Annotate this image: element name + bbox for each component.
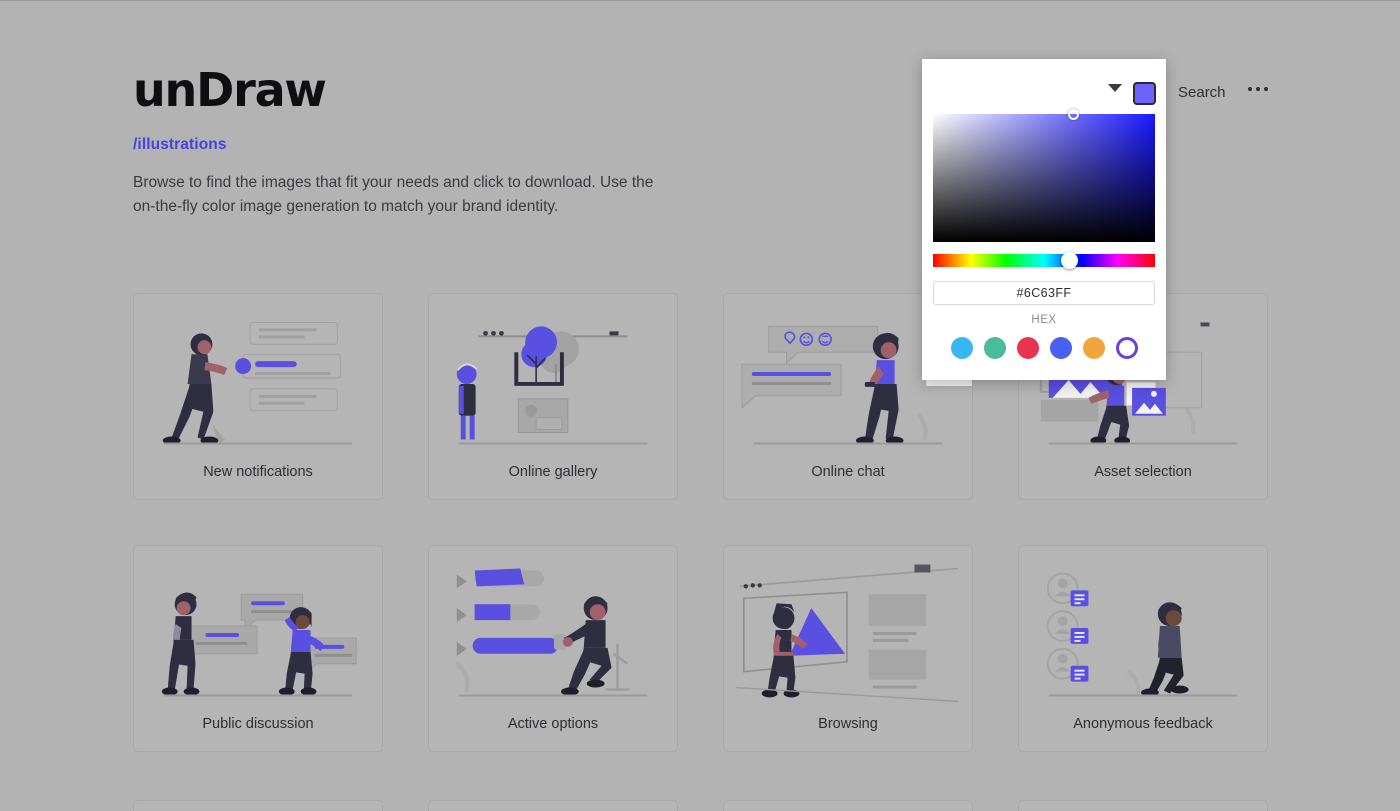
illustration-card-label: Active options xyxy=(507,716,599,732)
anonymous-feedback-illustration xyxy=(1019,556,1267,704)
preset-swatch-indigo-blue[interactable] xyxy=(1049,337,1072,359)
public-discussion-illustration xyxy=(134,556,382,704)
color-picker-header xyxy=(922,59,1166,114)
illustration-card[interactable]: New notifications xyxy=(133,293,383,500)
ellipsis-dot-icon xyxy=(1264,87,1268,91)
illustration-card[interactable]: Public discussion xyxy=(133,545,383,752)
search-input[interactable]: Search xyxy=(1178,84,1226,101)
more-options-button[interactable] xyxy=(1246,83,1270,95)
chevron-down-icon[interactable] xyxy=(1108,84,1122,92)
preset-swatch-teal-green[interactable] xyxy=(983,337,1006,359)
preset-swatch-amber-orange[interactable] xyxy=(1082,337,1105,359)
preset-swatch-list xyxy=(922,337,1166,359)
illustration-card-label: Online gallery xyxy=(508,464,598,480)
illustration-card[interactable]: Active options xyxy=(428,545,678,752)
new-notifications-illustration xyxy=(134,304,382,452)
page-root: unDraw /illustrations Browse to find the… xyxy=(0,1,1400,811)
saturation-value-cursor[interactable] xyxy=(1068,109,1079,120)
illustration-card[interactable] xyxy=(133,800,383,811)
illustration-card[interactable]: Browsing xyxy=(723,545,973,752)
illustration-card[interactable] xyxy=(723,800,973,811)
preset-swatch-sky-blue[interactable] xyxy=(950,337,973,359)
illustration-card-label: Browsing xyxy=(818,716,878,732)
saturation-value-area[interactable] xyxy=(933,109,1155,242)
illustration-card[interactable] xyxy=(428,800,678,811)
illustration-card[interactable] xyxy=(1018,800,1268,811)
illustration-card-label: New notifications xyxy=(203,464,313,480)
hue-slider[interactable] xyxy=(933,252,1155,269)
breadcrumb[interactable]: /illustrations xyxy=(133,136,227,154)
illustration-card[interactable]: Online gallery xyxy=(428,293,678,500)
ellipsis-dot-icon xyxy=(1248,87,1252,91)
color-format-label: HEX xyxy=(1031,314,1057,326)
online-gallery-illustration xyxy=(429,304,677,452)
active-options-illustration xyxy=(429,556,677,704)
site-logo[interactable]: unDraw xyxy=(133,67,327,113)
preset-swatch-custom-ring[interactable] xyxy=(1115,337,1138,359)
current-color-swatch[interactable] xyxy=(1133,82,1156,105)
ellipsis-dot-icon xyxy=(1256,87,1260,91)
illustration-card-label: Anonymous feedback xyxy=(1073,716,1213,732)
hex-input[interactable] xyxy=(933,281,1155,305)
hue-slider-knob[interactable] xyxy=(1061,252,1078,269)
illustration-card-label: Public discussion xyxy=(202,716,314,732)
illustration-card-label: Online chat xyxy=(811,464,885,480)
illustration-card[interactable]: Anonymous feedback xyxy=(1018,545,1268,752)
illustration-grid-row-3-clipped xyxy=(133,800,1268,811)
color-picker-panel[interactable]: HEX xyxy=(922,59,1166,380)
illustration-card-label: Asset selection xyxy=(1094,464,1192,480)
browsing-illustration xyxy=(724,556,972,704)
preset-swatch-crimson-red[interactable] xyxy=(1016,337,1039,359)
page-description: Browse to find the images that fit your … xyxy=(133,174,654,215)
